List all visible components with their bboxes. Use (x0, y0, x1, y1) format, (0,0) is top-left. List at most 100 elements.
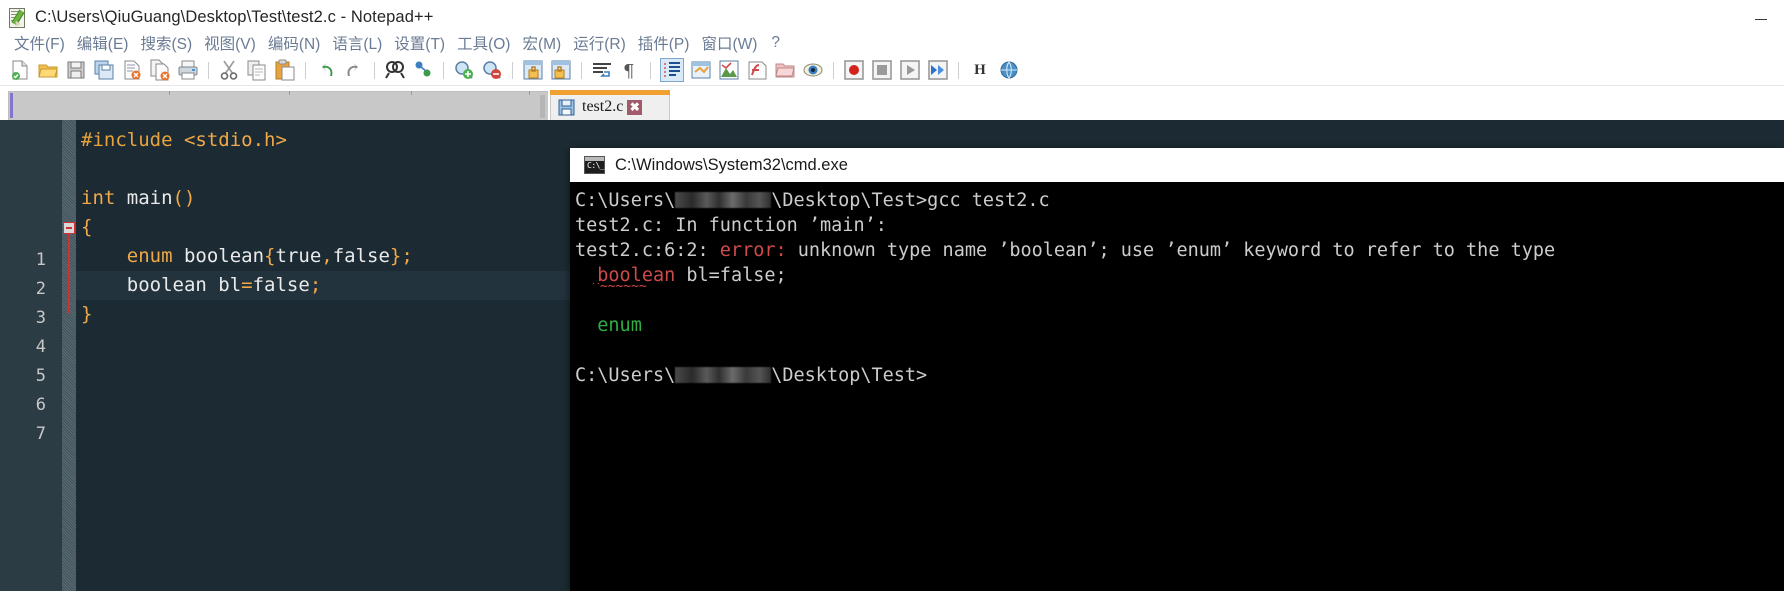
menu-language[interactable]: 语言(L) (326, 31, 388, 55)
console-text: error: (719, 240, 787, 261)
toolbar-separator-3 (374, 61, 375, 79)
code-token: false (332, 245, 390, 267)
tab-bar-empty-area (8, 91, 548, 120)
code-token: false (252, 274, 310, 296)
console-line-source: boolean bl=false; ^~~~~~~ (575, 263, 1784, 291)
page-title: C:\Users\QiuGuang\Desktop\Test\test2.c -… (35, 7, 434, 26)
console-title: C:\Windows\System32\cmd.exe (615, 155, 848, 174)
code-token: { (264, 245, 276, 267)
fold-collapse-icon[interactable] (63, 222, 75, 234)
console-line-blank2 (575, 338, 1784, 363)
menu-window[interactable]: 窗口(W) (695, 31, 763, 55)
title-bar: C:\Users\QiuGuang\Desktop\Test\test2.c -… (0, 0, 1784, 34)
close-file-icon[interactable] (121, 59, 143, 81)
zoom-in-icon[interactable] (453, 59, 475, 81)
console-text: \Desktop\Test>gcc test2.c (771, 190, 1050, 211)
folder-as-workspace-icon[interactable] (774, 59, 796, 81)
minimize-button[interactable] (1738, 0, 1784, 30)
word-wrap-icon[interactable] (591, 59, 613, 81)
stop-recording-icon[interactable] (871, 59, 893, 81)
notepadpp-window: C:\Users\QiuGuang\Desktop\Test\test2.c -… (0, 0, 1784, 591)
record-macro-icon[interactable] (843, 59, 865, 81)
find-icon[interactable] (384, 59, 406, 81)
menu-view[interactable]: 视图(V) (198, 31, 262, 55)
save-all-icon[interactable] (93, 59, 115, 81)
indent-guide-icon[interactable] (660, 58, 684, 82)
console-line-error: test2.c:6:2: error: unknown type name ’b… (575, 238, 1784, 263)
console-text: test2.c: In function ’main’: (575, 215, 887, 236)
playback-macro-icon[interactable] (899, 59, 921, 81)
code-token: { (81, 216, 93, 238)
line-number: 3 (35, 308, 46, 328)
monitoring-icon[interactable] (802, 59, 824, 81)
hex-editor-icon[interactable]: H (969, 59, 991, 81)
user-defined-language-icon[interactable] (690, 59, 712, 81)
console-output[interactable]: C:\Users\ \Desktop\Test>gcc test2.c test2.… (570, 182, 1784, 591)
replace-icon[interactable] (412, 59, 434, 81)
code-token: true (275, 245, 322, 267)
console-line-prompt: C:\Users\ \Desktop\Test> (575, 363, 1784, 388)
menu-plugins[interactable]: 插件(P) (632, 31, 696, 55)
open-file-icon[interactable] (37, 59, 59, 81)
sync-vertical-scroll-icon[interactable] (522, 59, 544, 81)
run-macro-multiple-icon[interactable] (927, 59, 949, 81)
tab-test2-c[interactable]: test2.c ✖ (550, 90, 670, 120)
redo-icon[interactable] (343, 59, 365, 81)
menu-settings[interactable]: 设置(T) (388, 31, 451, 55)
menu-search[interactable]: 搜索(S) (134, 31, 198, 55)
menu-edit[interactable]: 编辑(E) (71, 31, 135, 55)
undo-icon[interactable] (315, 59, 337, 81)
menu-run[interactable]: 运行(R) (567, 31, 632, 55)
menu-tools[interactable]: 工具(O) (451, 31, 516, 55)
new-file-icon[interactable] (9, 59, 31, 81)
cut-icon[interactable] (218, 59, 240, 81)
console-text: unknown type name ’boolean’; use ’enum’ … (786, 240, 1556, 261)
print-icon[interactable] (177, 59, 199, 81)
tab-bar: test2.c ✖ (0, 88, 1784, 120)
menu-macro[interactable]: 宏(M) (516, 31, 567, 55)
line-number: 5 (35, 366, 46, 386)
code-token: } (389, 245, 402, 267)
console-line-suggestion: enum (575, 313, 1784, 338)
code-token: , (321, 245, 333, 267)
cmd-icon: C:\_ (584, 156, 605, 174)
fold-margin[interactable] (62, 120, 76, 591)
menu-help[interactable]: ? (763, 33, 786, 53)
code-token: int (81, 187, 116, 209)
redacted-username (675, 192, 772, 208)
close-icon[interactable]: ✖ (627, 99, 643, 115)
paste-icon[interactable] (274, 59, 296, 81)
document-map-icon[interactable] (718, 59, 740, 81)
menu-bar: 文件(F) 编辑(E) 搜索(S) 视图(V) 编码(N) 语言(L) 设置(T… (0, 31, 1784, 55)
copy-icon[interactable] (246, 59, 268, 81)
close-all-icon[interactable] (149, 59, 171, 81)
line-number: 2 (35, 279, 46, 299)
function-list-icon[interactable] (746, 59, 768, 81)
console-text: \Desktop\Test> (771, 365, 928, 386)
console-text: C:\Users\ (575, 190, 676, 211)
toolbar-separator-1 (208, 61, 209, 79)
toolbar: ¶ H (0, 55, 1784, 86)
zoom-out-icon[interactable] (481, 59, 503, 81)
fold-guide-line (68, 234, 70, 313)
web-browser-icon[interactable] (998, 59, 1020, 81)
svg-text:¶: ¶ (623, 61, 634, 81)
save-icon[interactable] (65, 59, 87, 81)
show-all-characters-icon[interactable]: ¶ (619, 59, 641, 81)
cmd-console-window[interactable]: C:\_ C:\Windows\System32\cmd.exe C:\User… (570, 148, 1784, 591)
toolbar-separator-6 (581, 61, 582, 79)
menu-file[interactable]: 文件(F) (8, 31, 71, 55)
toolbar-separator-4 (443, 61, 444, 79)
code-token: <stdio.h> (183, 129, 287, 151)
toolbar-separator-5 (512, 61, 513, 79)
menu-encoding[interactable]: 编码(N) (262, 31, 327, 55)
toolbar-separator-9 (958, 61, 959, 79)
console-text: enum (597, 315, 642, 336)
tab-bar-scroll[interactable] (540, 95, 545, 118)
line-number: 1 (35, 250, 46, 270)
sync-horizontal-scroll-icon[interactable] (550, 59, 572, 81)
code-token: enum (126, 245, 173, 267)
